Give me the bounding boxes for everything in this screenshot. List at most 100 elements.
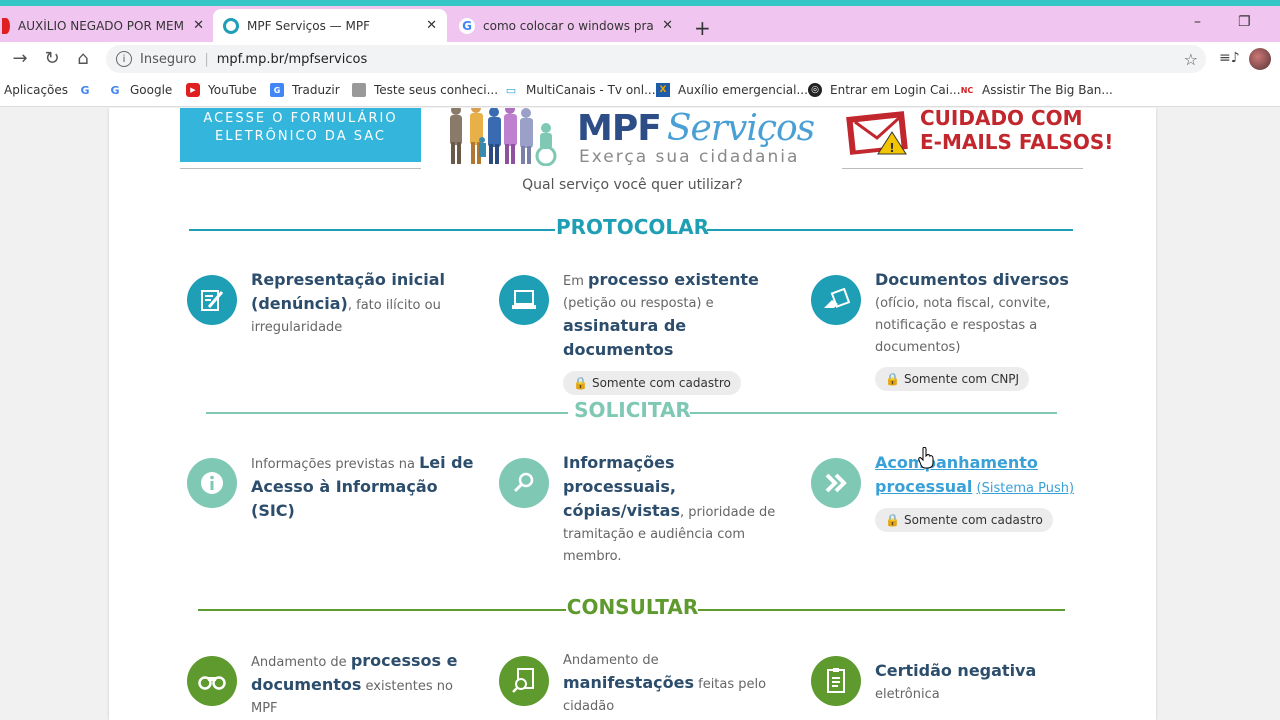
bookmark-auxilio[interactable]: X Auxílio emergencial... — [656, 83, 808, 97]
cnpj-badge: 🔒 Somente com CNPJ — [875, 367, 1030, 391]
tv-icon: ▭ — [505, 83, 517, 97]
media-control-icon[interactable]: ≡♪ — [1219, 50, 1240, 66]
bookmark-label: MultiCanais - Tv onl... — [526, 83, 656, 97]
google-icon: G — [110, 83, 120, 97]
sac-form-button[interactable]: ACESSE O FORMULÁRIO ELETRÔNICO DA SAC — [180, 108, 421, 162]
bookmark-label: Auxílio emergencial... — [678, 83, 808, 97]
bookmark-login-caixa[interactable]: ◎ Entrar em Login Cai... — [808, 83, 961, 97]
bookmark-traduzir[interactable]: G Traduzir — [270, 83, 340, 97]
tab-title: como colocar o windows pra gra — [483, 18, 654, 33]
tab-auxilio[interactable]: AUXÍLIO NEGADO POR MEMBRO ✕ — [0, 9, 214, 42]
close-icon[interactable]: ✕ — [193, 18, 204, 33]
service-description: Informações previstas na Lei de Acesso à… — [251, 452, 481, 524]
section-label: CONSULTAR — [566, 595, 699, 619]
omnibox-separator: | — [204, 51, 209, 67]
badge-label: Somente com cadastro — [903, 513, 1043, 527]
hand-document-icon — [811, 275, 861, 325]
service-detail: (ofício, nota fiscal, convite, notificaç… — [875, 296, 1051, 355]
address-bar[interactable]: i Inseguro | mpf.mp.br/mpfservicos ☆ — [106, 45, 1206, 73]
reload-button[interactable]: ↻ — [41, 48, 63, 69]
service-title: Documentos diversos — [875, 270, 1069, 289]
bookmark-label: Aplicações — [4, 83, 69, 97]
service-description: Informações processuais, cópias/vistas, … — [563, 452, 793, 568]
globe-icon: ◎ — [808, 83, 822, 97]
service-prefix: Andamento de — [251, 655, 351, 670]
logo-servicos: Serviços — [666, 108, 815, 149]
magnifier-icon — [499, 458, 549, 508]
service-title-2: assinatura de documentos — [563, 316, 687, 359]
divider — [842, 168, 1083, 169]
bookmark-youtube[interactable]: ▶ YouTube — [186, 83, 257, 97]
service-prefix: Andamento de — [563, 653, 659, 668]
google-favicon-icon: G — [459, 17, 475, 34]
nc-icon: NC — [960, 85, 974, 95]
bookmark-star-icon[interactable]: ☆ — [1184, 50, 1198, 69]
bookmark-big-bang[interactable]: NC Assistir The Big Ban... — [960, 83, 1113, 97]
service-description: Certidão negativa eletrônica — [875, 660, 1105, 706]
bookmark-label: Assistir The Big Ban... — [982, 83, 1113, 97]
service-title: manifestações — [563, 673, 694, 692]
service-title: processo existente — [588, 270, 759, 289]
bookmark-label: Google — [130, 83, 173, 97]
binoculars-icon — [187, 656, 237, 706]
cadastro-badge: 🔒 Somente com cadastro — [875, 508, 1053, 532]
mpf-servicos-logo[interactable]: MPF Serviços — [577, 108, 815, 149]
badge-label: Somente com cadastro — [591, 376, 731, 390]
url-text[interactable]: mpf.mp.br/mpfservicos — [217, 52, 368, 67]
bookmark-label: Traduzir — [292, 83, 340, 97]
bookmark-google[interactable]: G Google — [108, 83, 172, 97]
minimize-button[interactable]: – — [1194, 14, 1201, 30]
bookmark-teste[interactable]: Teste seus conheci... — [352, 83, 498, 97]
cadastro-badge: 🔒 Somente com cadastro — [563, 371, 741, 395]
section-protocolar-heading: PROTOCOLAR — [109, 215, 1156, 245]
warning-line2: E-MAILS FALSOS! — [920, 130, 1114, 154]
logo-tagline: Exerça sua cidadania — [579, 147, 800, 167]
lock-icon: 🔒 — [885, 513, 900, 527]
service-description: Andamento de processos e documentos exis… — [251, 650, 481, 720]
lock-icon: 🔒 — [885, 372, 900, 386]
tab-mpf-servicos[interactable]: MPF Serviços — MPF ✕ — [213, 9, 447, 42]
bookmark-label: YouTube — [208, 83, 257, 97]
new-tab-button[interactable]: + — [694, 16, 711, 40]
page-container: ACESSE O FORMULÁRIO ELETRÔNICO DA SAC MP… — [109, 108, 1156, 720]
edit-document-icon — [187, 275, 237, 325]
service-description: Representação inicial (denúncia), fato i… — [251, 269, 481, 339]
document-search-icon — [499, 656, 549, 706]
service-title: Informações processuais, cópias/vistas — [563, 453, 680, 520]
bookmark-label: Teste seus conheci... — [374, 83, 499, 97]
tab-strip: AUXÍLIO NEGADO POR MEMBRO ✕ MPF Serviços… — [0, 6, 1280, 42]
profile-avatar[interactable] — [1249, 48, 1271, 70]
close-icon[interactable]: ✕ — [426, 18, 437, 33]
close-icon[interactable]: ✕ — [662, 18, 673, 33]
bookmark-label: Entrar em Login Cai... — [830, 83, 961, 97]
bookmark-multicanais[interactable]: ▭ MultiCanais - Tv onl... — [504, 83, 656, 97]
hand-cursor-icon — [918, 447, 934, 469]
bookmarks-bar: Aplicações G G Google ▶ YouTube G Traduz… — [0, 77, 1280, 107]
people-illustration-icon — [450, 108, 557, 166]
service-description: Em processo existente (petição ou respos… — [563, 269, 793, 395]
double-chevron-right-icon — [811, 458, 861, 508]
restore-button[interactable]: ❐ — [1238, 14, 1251, 30]
page-viewport: ACESSE O FORMULÁRIO ELETRÔNICO DA SAC MP… — [0, 108, 1280, 720]
mpf-favicon-icon — [223, 17, 239, 34]
email-warning-icon[interactable]: ! — [846, 110, 912, 156]
youtube-icon: ▶ — [186, 83, 200, 97]
home-button[interactable]: ⌂ — [72, 48, 94, 69]
translate-icon: G — [270, 83, 284, 97]
service-prefix: Em — [563, 274, 589, 289]
certificate-icon — [811, 656, 861, 706]
info-icon[interactable]: i — [116, 51, 132, 67]
sistema-push-link[interactable]: (Sistema Push) — [977, 481, 1075, 496]
service-detail: (petição ou resposta) e — [563, 296, 714, 311]
service-description: Andamento de manifestações feitas pelo c… — [563, 650, 793, 718]
back-button[interactable]: → — [9, 48, 31, 69]
sac-button-line2: ELETRÔNICO DA SAC — [215, 129, 386, 144]
laptop-icon — [499, 275, 549, 325]
bookmark-apps[interactable]: Aplicações — [4, 83, 68, 97]
tab-google-search[interactable]: G como colocar o windows pra gra ✕ — [449, 9, 683, 42]
youtube-favicon-icon — [2, 17, 10, 34]
bookmark-google-g[interactable]: G — [78, 83, 100, 97]
warning-line1: CUIDADO COM — [920, 108, 1083, 130]
fake-email-warning[interactable]: CUIDADO COM E-MAILS FALSOS! — [920, 108, 1113, 154]
service-title: Certidão negativa — [875, 661, 1037, 680]
